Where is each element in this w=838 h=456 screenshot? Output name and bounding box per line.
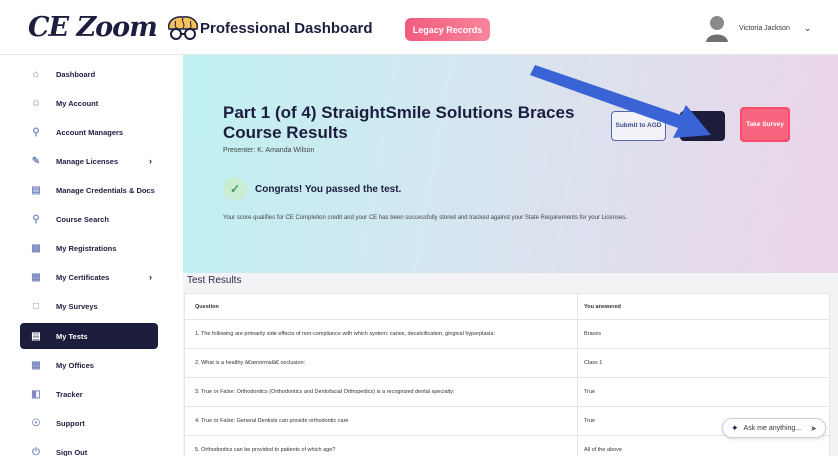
sidebar-item-label: Manage Credentials & Docs	[56, 185, 155, 195]
chevron-right-icon: ›	[149, 156, 152, 166]
question-cell: 1. The following are primarily side effe…	[195, 331, 495, 337]
page-title: Professional Dashboard	[200, 20, 373, 37]
sidebar-item-label: My Offices	[56, 360, 94, 370]
sidebar-item-label: My Surveys	[56, 301, 98, 311]
answer-cell: Braces	[577, 320, 829, 348]
sidebar-item-my-registrations[interactable]: ▩ My Registrations	[20, 235, 158, 261]
table-row: 2. What is a healthy â€œnormalâ€ occlusi…	[185, 349, 829, 378]
table-row: 1. The following are primarily side effe…	[185, 320, 829, 349]
table-row: 3. True or False: Orthodontics (Orthodon…	[185, 378, 829, 407]
question-cell: 4. True or False: General Dentists can p…	[195, 418, 349, 424]
sidebar-item-my-tests[interactable]: ▤ My Tests	[20, 323, 158, 349]
license-icon: ✎	[31, 155, 41, 167]
sidebar-item-label: Manage Licenses	[56, 156, 119, 166]
question-cell: 3. True or False: Orthodontics (Orthodon…	[195, 389, 455, 395]
send-icon: ➤	[810, 423, 817, 433]
sidebar-item-my-certificates[interactable]: ▦ My Certificates ›	[20, 264, 158, 290]
table-row: 5. Orthodontics can be provided to patie…	[185, 436, 829, 456]
question-cell: 5. Orthodontics can be provided to patie…	[195, 447, 336, 453]
results-hero: Part 1 (of 4) StraightSmile Solutions Br…	[183, 55, 838, 273]
managers-icon: ⚲	[32, 126, 40, 138]
certificate-icon: ▦	[31, 271, 41, 283]
sidebar-item-my-offices[interactable]: ▦ My Offices	[20, 352, 158, 378]
search-icon: ⚲	[32, 213, 40, 225]
sidebar-item-sign-out[interactable]: ⏻ Sign Out	[20, 439, 158, 456]
column-header-question: Question	[195, 303, 219, 310]
congrats-text: Congrats! You passed the test.	[255, 183, 402, 195]
sidebar-item-label: My Account	[56, 98, 99, 108]
sidebar-item-label: Support	[56, 418, 85, 428]
top-header: CE Zoom Professional Dashboard Legacy Re…	[0, 0, 838, 55]
account-icon: ☺	[30, 97, 42, 109]
user-name: Victoria Jackson	[739, 24, 790, 32]
submit-to-agd-button[interactable]: Submit to AGD	[611, 111, 666, 141]
chevron-right-icon: ›	[149, 272, 152, 282]
ask-assistant-button[interactable]: ✦ Ask me anything... ➤	[722, 418, 826, 438]
presenter: Presenter: K. Amanda Wilson	[223, 147, 315, 154]
sidebar-item-label: My Registrations	[56, 243, 117, 253]
sidebar-item-my-account[interactable]: ☺ My Account	[20, 90, 158, 116]
sidebar-item-dashboard[interactable]: ⌂ Dashboard	[20, 61, 158, 87]
test-results-heading: Test Results	[187, 275, 242, 286]
credentials-icon: ▤	[31, 184, 41, 196]
sidebar: ⌂ Dashboard ☺ My Account ⚲ Account Manag…	[0, 55, 183, 456]
answer-cell: True	[577, 378, 829, 406]
table-header-row: Question You answered	[185, 294, 829, 320]
tracker-icon: ◧	[31, 388, 41, 400]
sign-out-icon: ⏻	[32, 446, 40, 456]
tests-icon: ▤	[31, 330, 41, 342]
take-survey-button[interactable]: Take Survey	[740, 107, 790, 142]
user-menu[interactable]: Victoria Jackson ⌄	[705, 14, 811, 42]
logo-text: CE Zoom	[28, 12, 158, 43]
question-cell: 2. What is a healthy â€œnormalâ€ occlusi…	[195, 360, 306, 366]
certificate-button[interactable]	[680, 111, 725, 141]
sidebar-item-label: Account Managers	[56, 127, 124, 137]
sidebar-item-account-managers[interactable]: ⚲ Account Managers	[20, 119, 158, 145]
offices-icon: ▦	[31, 359, 41, 371]
sidebar-item-label: Course Search	[56, 214, 109, 224]
brand-logo[interactable]: CE Zoom	[28, 12, 203, 43]
chevron-down-icon[interactable]: ⌄	[804, 23, 812, 34]
sidebar-item-course-search[interactable]: ⚲ Course Search	[20, 206, 158, 232]
sidebar-item-tracker[interactable]: ◧ Tracker	[20, 381, 158, 407]
registrations-icon: ▩	[31, 242, 41, 254]
avatar	[706, 16, 728, 42]
sparkle-icon: ✦	[731, 422, 739, 433]
sidebar-item-manage-credentials[interactable]: ▤ Manage Credentials & Docs	[20, 177, 158, 203]
sidebar-item-label: My Tests	[56, 331, 88, 341]
column-header-answer: You answered	[577, 294, 829, 319]
answer-cell: All of the above	[577, 436, 829, 456]
legacy-records-button[interactable]: Legacy Records	[405, 18, 490, 41]
course-title: Part 1 (of 4) StraightSmile Solutions Br…	[223, 103, 575, 142]
survey-icon: □	[32, 300, 40, 312]
answer-cell: Class 1	[577, 349, 829, 377]
sidebar-item-label: My Certificates	[56, 272, 110, 282]
sidebar-item-label: Tracker	[56, 389, 83, 399]
brain-glasses-icon	[167, 15, 198, 40]
sidebar-item-manage-licenses[interactable]: ✎ Manage Licenses ›	[20, 148, 158, 174]
sidebar-item-label: Dashboard	[56, 69, 96, 79]
home-icon: ⌂	[32, 68, 40, 80]
sidebar-item-my-surveys[interactable]: □ My Surveys	[20, 293, 158, 319]
pass-message: ✓ Congrats! You passed the test.	[223, 177, 401, 201]
support-icon: ☉	[31, 417, 41, 429]
sidebar-item-label: Sign Out	[56, 447, 88, 456]
check-icon: ✓	[223, 177, 247, 201]
score-note: Your score qualifies for CE Completion c…	[223, 215, 627, 221]
ask-label: Ask me anything...	[743, 424, 802, 432]
sidebar-item-support[interactable]: ☉ Support	[20, 410, 158, 436]
